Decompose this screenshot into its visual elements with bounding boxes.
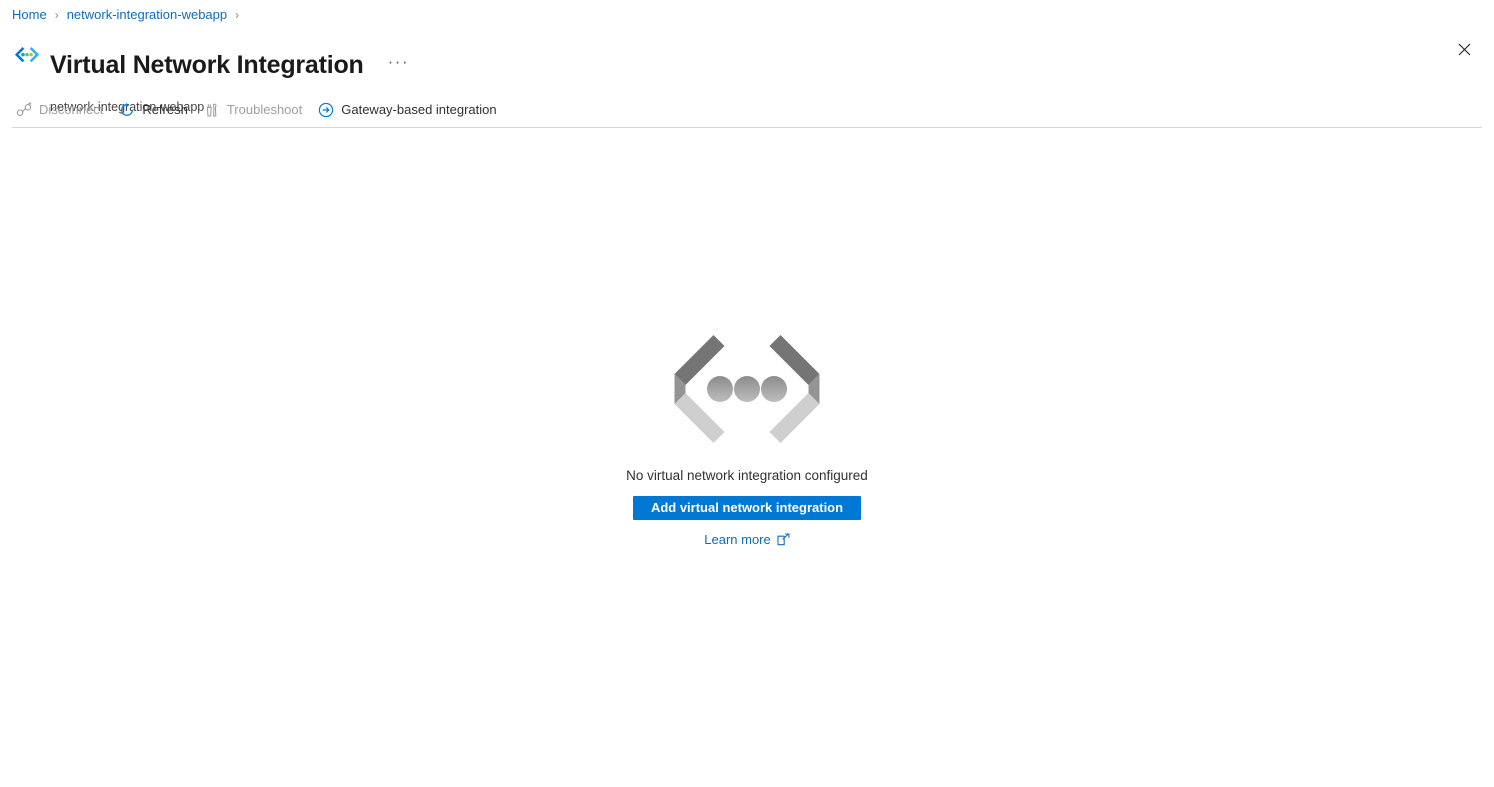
troubleshoot-label: Troubleshoot [226, 102, 303, 117]
breadcrumb-item-webapp[interactable]: network-integration-webapp [67, 6, 227, 24]
breadcrumb: Home › network-integration-webapp › [12, 6, 247, 24]
page-title: Virtual Network Integration [50, 50, 364, 79]
empty-state: No virtual network integration configure… [0, 330, 1494, 547]
external-link-icon [777, 533, 790, 546]
refresh-button[interactable]: Refresh [115, 97, 196, 123]
vnet-integration-graphic [674, 335, 820, 443]
vnet-integration-icon [14, 47, 40, 63]
chevron-right-icon: › [235, 8, 240, 22]
gateway-based-integration-label: Gateway-based integration [341, 102, 497, 117]
command-bar: Disconnect Refresh Troubleshoot Gateway-… [12, 97, 1482, 123]
disconnect-button: Disconnect [12, 97, 111, 123]
empty-state-message: No virtual network integration configure… [626, 468, 868, 483]
disconnect-icon [16, 102, 32, 116]
close-icon [1458, 43, 1470, 55]
add-virtual-network-integration-button[interactable]: Add virtual network integration [633, 496, 861, 520]
vnet-integration-blade: Home › network-integration-webapp › Virt… [0, 0, 1494, 787]
disconnect-label: Disconnect [39, 102, 104, 117]
arrow-circle-right-icon [319, 102, 334, 118]
close-blade-button[interactable] [1448, 33, 1480, 65]
learn-more-label: Learn more [704, 532, 771, 547]
learn-more-link[interactable]: Learn more [704, 532, 790, 547]
refresh-icon [121, 103, 134, 116]
chevron-right-icon: › [54, 8, 59, 22]
command-bar-divider [12, 127, 1482, 128]
troubleshoot-button: Troubleshoot [200, 97, 310, 123]
more-menu-button[interactable]: ··· [382, 51, 415, 79]
gateway-based-integration-button[interactable]: Gateway-based integration [314, 97, 504, 123]
refresh-label: Refresh [142, 102, 188, 117]
troubleshoot-icon [206, 103, 217, 117]
breadcrumb-item-home[interactable]: Home [12, 6, 47, 24]
